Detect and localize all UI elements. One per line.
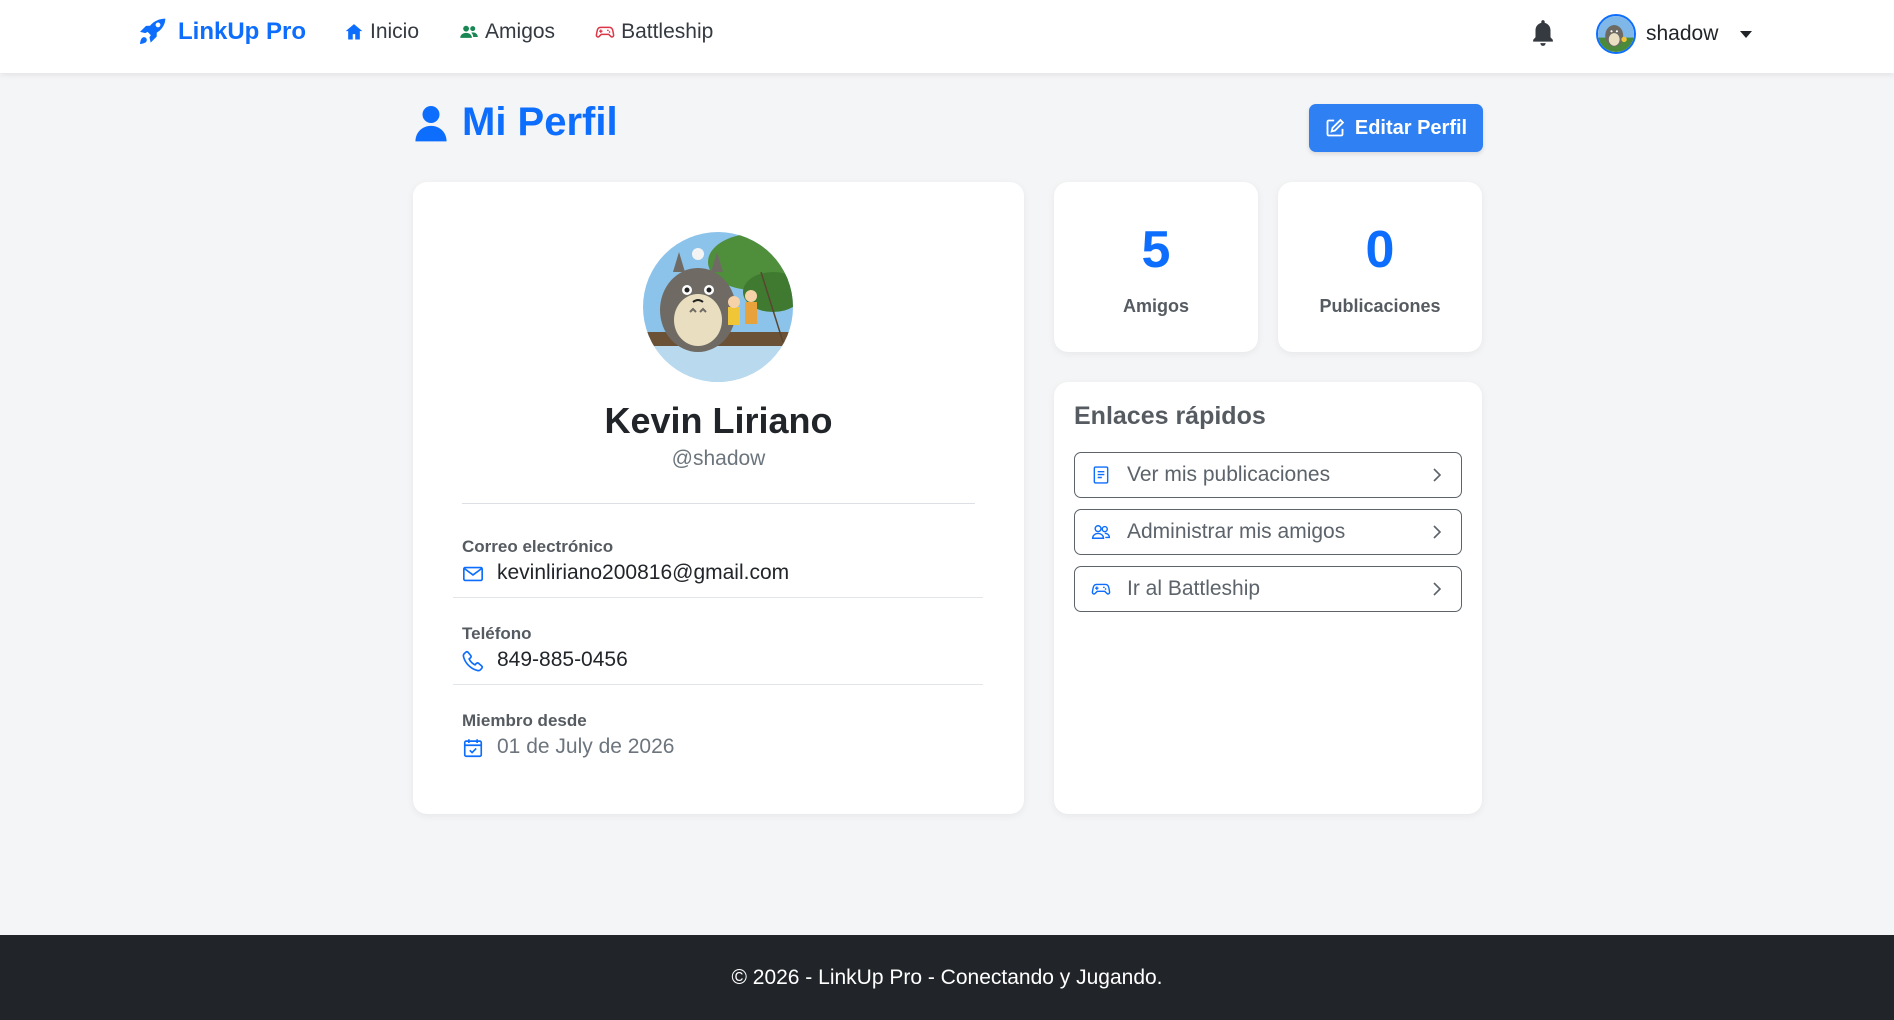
caret-down-icon <box>1740 30 1753 38</box>
stat-card-posts: 0 Publicaciones <box>1278 182 1482 352</box>
nav-link-battleship[interactable]: Battleship <box>595 20 713 44</box>
edit-profile-button[interactable]: Editar Perfil <box>1309 104 1483 152</box>
nav-link-label: Inicio <box>370 20 420 43</box>
stat-value: 0 <box>1365 221 1395 279</box>
divider <box>462 503 975 504</box>
email-label: Correo electrónico <box>462 537 614 556</box>
quick-link-label: Ver mis publicaciones <box>1127 463 1331 486</box>
home-icon <box>345 24 363 40</box>
chevron-right-icon <box>1433 582 1442 596</box>
chevron-right-icon <box>1433 525 1442 539</box>
phone-value: 849-885-0456 <box>497 648 628 671</box>
phone-label: Teléfono <box>462 624 532 643</box>
member-since-value: 01 de July de 2026 <box>497 735 675 758</box>
nav-links: Inicio Amigos Battleship <box>344 20 713 44</box>
chevron-right-icon <box>1433 468 1442 482</box>
username-label: shadow <box>1646 22 1719 45</box>
stat-value: 5 <box>1141 221 1171 279</box>
brand-link[interactable]: LinkUp Pro <box>136 16 306 48</box>
page-header: Mi Perfil <box>414 100 618 145</box>
stat-label: Amigos <box>1122 296 1189 316</box>
quick-link-label: Ir al Battleship <box>1127 577 1261 600</box>
edit-profile-label: Editar Perfil <box>1354 116 1468 139</box>
bell-icon[interactable] <box>1530 18 1556 48</box>
nav-link-label: Battleship <box>621 20 714 43</box>
rocket-icon <box>140 18 166 44</box>
phone-icon <box>462 650 484 672</box>
users-icon <box>460 25 478 38</box>
stat-label: Publicaciones <box>1319 296 1441 316</box>
stat-card-friends: 5 Amigos <box>1054 182 1258 352</box>
gamepad-icon <box>595 26 615 38</box>
quick-link-label: Administrar mis amigos <box>1127 520 1346 543</box>
divider <box>453 597 983 598</box>
top-navbar: LinkUp Pro Inicio Amigos Battleship shad… <box>0 0 1894 73</box>
profile-full-name: Kevin Liriano <box>604 400 833 441</box>
envelope-icon <box>463 566 483 582</box>
gamepad-icon <box>1091 583 1111 595</box>
nav-link-amigos[interactable]: Amigos <box>459 20 555 44</box>
calendar-check-icon <box>463 739 483 758</box>
quick-link-my-posts[interactable]: Ver mis publicaciones <box>1074 452 1462 498</box>
quick-link-manage-friends[interactable]: Administrar mis amigos <box>1074 509 1462 555</box>
quick-link-battleship[interactable]: Ir al Battleship <box>1074 566 1462 612</box>
quick-links-card: Enlaces rápidos Ver mis publicaciones Ad… <box>1054 382 1482 814</box>
avatar <box>1596 14 1636 54</box>
user-icon <box>415 105 447 141</box>
profile-handle: @shadow <box>671 447 766 470</box>
users-icon <box>1091 525 1111 539</box>
divider <box>453 684 983 685</box>
profile-avatar <box>643 232 793 382</box>
user-menu-toggle[interactable]: shadow <box>1596 14 1753 54</box>
email-value: kevinliriano200816@gmail.com <box>497 561 790 584</box>
footer-text: © 2026 - LinkUp Pro - Conectando y Jugan… <box>731 965 1163 989</box>
member-since-label: Miembro desde <box>462 711 587 730</box>
nav-link-label: Amigos <box>485 20 556 43</box>
profile-card: Kevin Liriano @shadow Correo electrónico… <box>413 182 1024 814</box>
edit-icon <box>1326 118 1345 137</box>
page-title: Mi Perfil <box>462 100 618 144</box>
document-icon <box>1093 466 1109 484</box>
quick-links-title: Enlaces rápidos <box>1074 402 1266 430</box>
footer: © 2026 - LinkUp Pro - Conectando y Jugan… <box>0 935 1894 1020</box>
brand-name: LinkUp Pro <box>178 18 307 45</box>
nav-link-inicio[interactable]: Inicio <box>344 20 419 44</box>
